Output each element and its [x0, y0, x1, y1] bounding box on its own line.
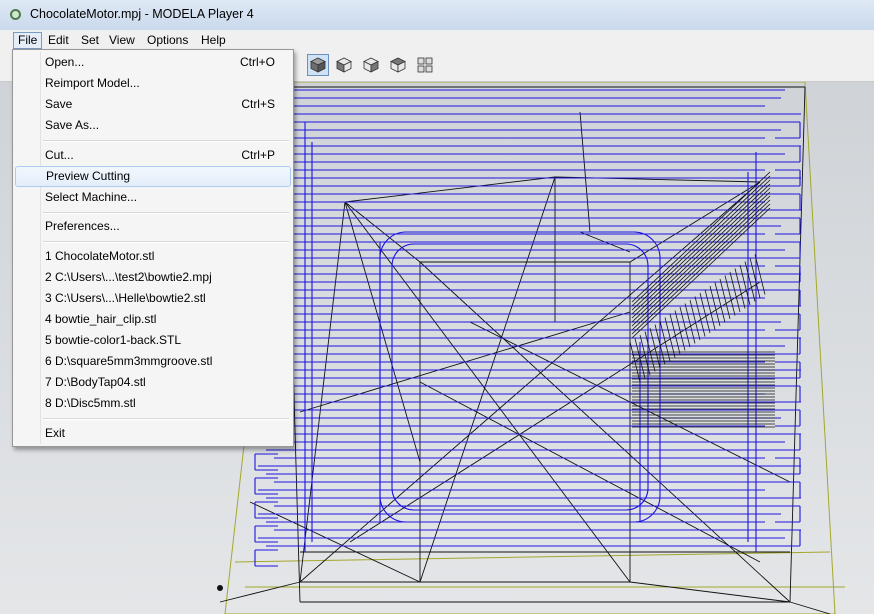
- iso-view-button[interactable]: [307, 54, 329, 76]
- multi-view-button[interactable]: [414, 54, 436, 76]
- menu-separator: [43, 212, 289, 214]
- recent-file-1[interactable]: 1 ChocolateMotor.stl: [15, 246, 291, 267]
- menu-item-preview-cutting[interactable]: Preview Cutting: [15, 166, 291, 187]
- shortcut-label: Ctrl+S: [241, 97, 275, 111]
- shortcut-label: Ctrl+P: [241, 148, 275, 162]
- recent-file-4[interactable]: 4 bowtie_hair_clip.stl: [15, 309, 291, 330]
- recent-file-5[interactable]: 5 bowtie-color1-back.STL: [15, 330, 291, 351]
- front-view-button[interactable]: [333, 54, 355, 76]
- left-view-icon: [390, 57, 406, 73]
- menu-separator: [43, 418, 289, 420]
- recent-file-2[interactable]: 2 C:\Users\...\test2\bowtie2.mpj: [15, 267, 291, 288]
- multi-view-icon: [417, 57, 433, 73]
- menu-separator: [43, 140, 289, 142]
- menu-set[interactable]: Set: [77, 32, 103, 49]
- iso-view-icon: [310, 57, 326, 73]
- front-view-icon: [336, 57, 352, 73]
- menu-item-save-as[interactable]: Save As...: [15, 115, 291, 136]
- menu-item-exit[interactable]: Exit: [15, 423, 291, 444]
- right-view-button[interactable]: [360, 54, 382, 76]
- menu-bar: File Edit Set View Options Help: [0, 30, 874, 51]
- window-title: ChocolateMotor.mpj - MODELA Player 4: [30, 7, 254, 21]
- left-view-button[interactable]: [387, 54, 409, 76]
- menu-item-reimport-model[interactable]: Reimport Model...: [15, 73, 291, 94]
- menu-options[interactable]: Options: [143, 32, 192, 49]
- menu-item-select-machine[interactable]: Select Machine...: [15, 187, 291, 208]
- menu-item-cut[interactable]: Cut... Ctrl+P: [15, 145, 291, 166]
- menu-item-open[interactable]: Open... Ctrl+O: [15, 52, 291, 73]
- menu-separator: [43, 241, 289, 243]
- shortcut-label: Ctrl+O: [239, 55, 275, 69]
- file-menu-dropdown: Open... Ctrl+O Reimport Model... Save Ct…: [12, 49, 294, 447]
- recent-file-6[interactable]: 6 D:\square5mm3mmgroove.stl: [15, 351, 291, 372]
- recent-file-8[interactable]: 8 D:\Disc5mm.stl: [15, 393, 291, 414]
- menu-item-save[interactable]: Save Ctrl+S: [15, 94, 291, 115]
- right-view-icon: [363, 57, 379, 73]
- recent-file-3[interactable]: 3 C:\Users\...\Helle\bowtie2.stl: [15, 288, 291, 309]
- menu-item-preferences[interactable]: Preferences...: [15, 216, 291, 237]
- title-bar: ChocolateMotor.mpj - MODELA Player 4: [0, 0, 874, 31]
- recent-file-7[interactable]: 7 D:\BodyTap04.stl: [15, 372, 291, 393]
- menu-file[interactable]: File: [13, 32, 43, 49]
- menu-view[interactable]: View: [105, 32, 139, 49]
- menu-edit[interactable]: Edit: [44, 32, 73, 49]
- menu-help[interactable]: Help: [197, 32, 230, 49]
- app-icon: [10, 9, 21, 20]
